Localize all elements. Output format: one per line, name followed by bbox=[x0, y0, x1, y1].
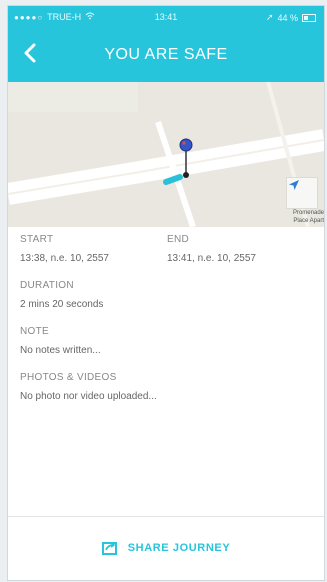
duration-value: 2 mins 20 seconds bbox=[20, 299, 104, 310]
location-arrow-icon: ➚ bbox=[265, 12, 274, 22]
time-row: START 13:38, n.e. 10, 2557 END 13:41, n.… bbox=[20, 234, 314, 264]
share-icon bbox=[101, 542, 117, 555]
share-journey-label: SHARE JOURNEY bbox=[127, 542, 231, 554]
nav-bar: YOU ARE SAFE bbox=[8, 30, 324, 74]
note-section: NOTE No notes written... bbox=[20, 326, 314, 356]
note-value: No notes written... bbox=[20, 345, 101, 356]
share-footer: SHARE JOURNEY bbox=[8, 516, 324, 580]
start-label: START bbox=[20, 234, 54, 245]
map-place-line1: Promenade bbox=[292, 210, 324, 216]
start-pin-icon bbox=[179, 138, 193, 152]
page-title: YOU ARE SAFE bbox=[104, 46, 228, 63]
journey-map[interactable]: Promenade Place Apart bbox=[8, 82, 324, 227]
share-journey-button[interactable]: SHARE JOURNEY bbox=[8, 541, 324, 555]
end-value: 13:41, n.e. 10, 2557 bbox=[167, 253, 256, 264]
navigation-arrow-icon bbox=[289, 180, 299, 190]
note-label: NOTE bbox=[20, 326, 49, 337]
battery-icon bbox=[302, 13, 316, 22]
app-screen: ●●●●○ TRUE-H 13:41 ➚ 44 % YOU ARE SAFE P… bbox=[7, 5, 325, 581]
duration-section: DURATION 2 mins 20 seconds bbox=[20, 280, 314, 310]
status-right: ➚ 44 % bbox=[266, 12, 316, 23]
start-value: 13:38, n.e. 10, 2557 bbox=[20, 253, 109, 264]
start-section: START 13:38, n.e. 10, 2557 bbox=[20, 234, 167, 264]
end-label: END bbox=[167, 234, 190, 245]
media-value: No photo nor video uploaded... bbox=[20, 391, 157, 402]
locate-button[interactable] bbox=[286, 177, 318, 209]
map-canvas bbox=[8, 82, 324, 227]
map-place-line2: Place Apart bbox=[293, 218, 324, 224]
duration-label: DURATION bbox=[20, 280, 74, 291]
back-button[interactable] bbox=[16, 40, 44, 66]
status-bar: ●●●●○ TRUE-H 13:41 ➚ 44 % bbox=[8, 6, 324, 26]
chevron-left-icon bbox=[24, 43, 36, 63]
header: ●●●●○ TRUE-H 13:41 ➚ 44 % YOU ARE SAFE bbox=[8, 6, 324, 82]
media-section: PHOTOS & VIDEOS No photo nor video uploa… bbox=[20, 372, 314, 402]
end-section: END 13:41, n.e. 10, 2557 bbox=[167, 234, 314, 264]
journey-details: START 13:38, n.e. 10, 2557 END 13:41, n.… bbox=[20, 234, 314, 418]
end-point-icon bbox=[183, 172, 189, 178]
battery-percent: 44 % bbox=[277, 12, 298, 23]
media-label: PHOTOS & VIDEOS bbox=[20, 372, 117, 383]
map-place-label: Promenade Place Apart bbox=[278, 209, 324, 225]
